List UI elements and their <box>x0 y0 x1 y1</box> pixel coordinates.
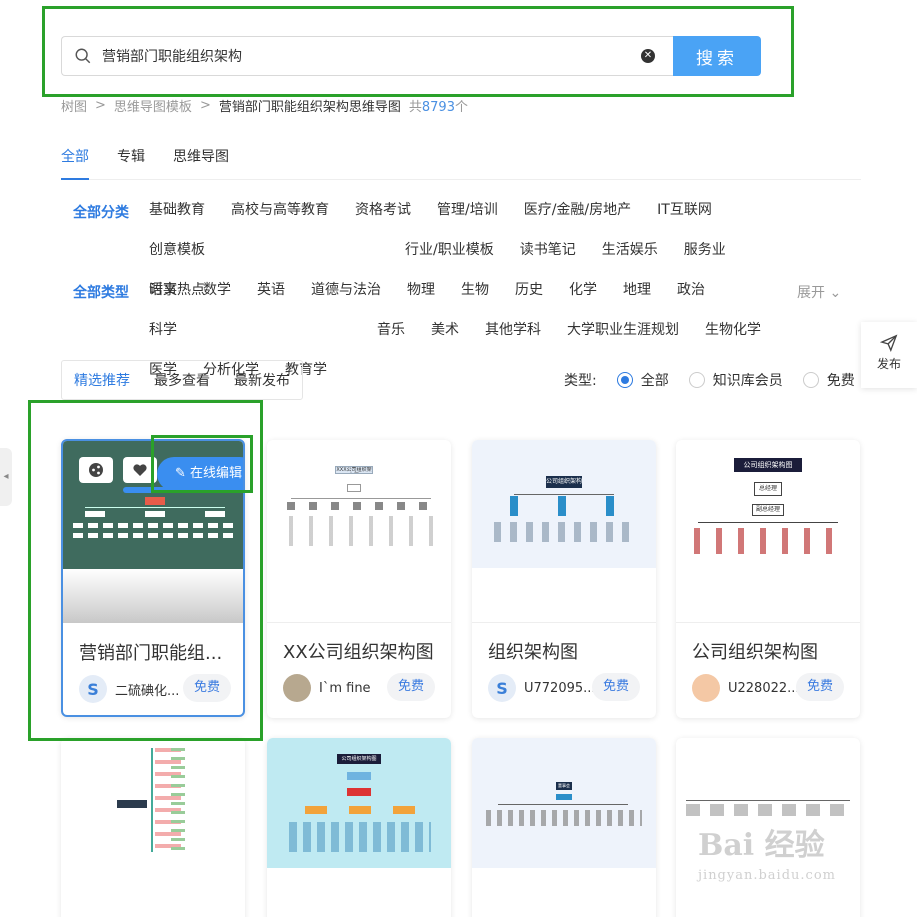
radio-member-label[interactable]: 知识库会员 <box>713 370 783 390</box>
content-tabs: 全部 专辑 思维导图 <box>61 146 861 180</box>
radio-all[interactable] <box>616 372 633 388</box>
types-item[interactable]: 化学 <box>569 282 597 298</box>
card-author[interactable]: S 二硫碘化... <box>79 675 179 703</box>
radio-all-label[interactable]: 全部 <box>641 370 669 390</box>
template-card[interactable]: ✎ 在线编辑 营销部门职能组... S 二硫碘化... 免费 <box>61 439 245 717</box>
heart-icon[interactable] <box>123 457 157 483</box>
types-item[interactable]: 生物 <box>461 282 489 298</box>
categories-item[interactable]: 基础教育 <box>149 202 205 218</box>
search-icon <box>75 48 91 64</box>
tab-album[interactable]: 专辑 <box>117 146 145 180</box>
radio-free-label[interactable]: 免费 <box>827 370 855 390</box>
card-thumbnail[interactable]: 董事会 <box>472 738 656 868</box>
avatar <box>692 674 720 702</box>
publish-button[interactable]: 发布 <box>861 322 917 388</box>
types-item[interactable]: 历史 <box>515 282 543 298</box>
logo-icon: S <box>496 678 508 698</box>
clear-icon[interactable]: ✕ <box>641 49 655 63</box>
types-item[interactable]: 数学 <box>203 282 231 298</box>
categories-item[interactable]: 资格考试 <box>355 202 411 218</box>
radio-member[interactable] <box>688 372 705 388</box>
online-edit-button[interactable]: ✎ 在线编辑 <box>157 457 243 491</box>
categories-item[interactable]: 生活娱乐 <box>602 242 658 258</box>
radio-free[interactable] <box>802 372 819 388</box>
template-card[interactable]: XXX公司组织架构图 XX公司组织架构图 I`m fine 免费 <box>267 440 451 718</box>
card-title[interactable]: 组织架构图 <box>488 638 578 664</box>
categories-item[interactable]: 管理/培训 <box>437 202 498 218</box>
categories-item[interactable]: 读书笔记 <box>520 242 576 258</box>
sort-newest[interactable]: 最新发布 <box>234 370 290 390</box>
breadcrumb-item[interactable]: 思维导图模板 <box>114 96 192 115</box>
categories-item[interactable]: 行业/职业模板 <box>405 242 494 258</box>
logo-icon: S <box>87 679 99 699</box>
send-icon <box>879 334 898 353</box>
avatar: S <box>79 675 107 703</box>
types-item[interactable]: 生物化学 <box>705 322 761 338</box>
card-thumbnail[interactable]: ✎ 在线编辑 <box>63 441 243 569</box>
sort-featured[interactable]: 精选推荐 <box>74 370 130 390</box>
card-thumbnail[interactable]: 公司组织架构图 总经理 副总经理 <box>676 440 860 622</box>
type-filter-label: 类型: <box>564 373 597 389</box>
breadcrumb: 树图 > 思维导图模板 > 营销部门职能组织架构思维导图 共8793个 <box>61 96 468 115</box>
card-thumbnail[interactable]: 公司组织架构图 <box>267 738 451 868</box>
types-item[interactable]: 科学 <box>149 322 177 338</box>
search-input[interactable] <box>102 48 641 64</box>
types-item[interactable]: 英语 <box>257 282 285 298</box>
categories-item[interactable]: 服务业 <box>684 242 726 258</box>
sort-options: 精选推荐 最多查看 最新发布 <box>61 360 303 400</box>
template-card[interactable]: 公司组织架构 组织架构图 S U772095... 免费 <box>472 440 656 718</box>
types-item[interactable]: 政治 <box>677 282 705 298</box>
collapse-handle[interactable]: ◂ <box>0 448 12 506</box>
search-button[interactable]: 搜索 <box>673 36 761 76</box>
result-count: 共8793个 <box>408 100 468 115</box>
avatar: S <box>488 674 516 702</box>
template-card[interactable] <box>61 738 245 917</box>
chevron-down-icon: ⌄ <box>829 285 842 301</box>
types-item[interactable]: 语文 <box>149 282 177 298</box>
tab-mindmap[interactable]: 思维导图 <box>173 146 229 180</box>
free-badge: 免费 <box>592 673 640 701</box>
search-box: ✕ <box>61 36 673 76</box>
card-author[interactable]: I`m fine <box>283 674 371 702</box>
types-item[interactable]: 美术 <box>431 322 459 338</box>
types-item[interactable]: 大学职业生涯规划 <box>567 322 679 338</box>
sort-most-viewed[interactable]: 最多查看 <box>154 370 210 390</box>
card-title[interactable]: 营销部门职能组... <box>79 639 222 665</box>
free-badge: 免费 <box>796 673 844 701</box>
breadcrumb-current: 营销部门职能组织架构思维导图 <box>218 100 401 115</box>
categories-item[interactable]: 高校与高等教育 <box>231 202 329 218</box>
categories-item[interactable]: IT互联网 <box>657 202 712 218</box>
chevron-right-icon: > <box>95 98 106 113</box>
chevron-right-icon: > <box>199 98 211 113</box>
card-author[interactable]: S U772095... <box>488 674 596 702</box>
types-item[interactable]: 音乐 <box>377 322 405 338</box>
search-bar: ✕ 搜索 <box>61 36 761 76</box>
expand-button[interactable]: 展开 ⌄ <box>797 282 841 302</box>
card-title[interactable]: XX公司组织架构图 <box>283 638 434 664</box>
avatar <box>283 674 311 702</box>
tab-all[interactable]: 全部 <box>61 146 89 180</box>
edit-icon: ✎ <box>175 466 186 481</box>
card-author[interactable]: U228022... <box>692 674 800 702</box>
types-item[interactable]: 道德与法治 <box>311 282 381 298</box>
breadcrumb-item[interactable]: 树图 <box>61 96 87 115</box>
baidu-watermark: Bai 经验 jingyan.baidu.com <box>698 828 836 883</box>
share-icon[interactable] <box>79 457 113 483</box>
card-title[interactable]: 公司组织架构图 <box>692 638 818 664</box>
free-badge: 免费 <box>183 674 231 702</box>
template-card[interactable]: 董事会 <box>472 738 656 917</box>
categories-item[interactable]: 医疗/金融/房地产 <box>524 202 631 218</box>
free-badge: 免费 <box>387 673 435 701</box>
categories-item[interactable]: 创意模板 <box>149 242 205 258</box>
template-card[interactable]: 公司组织架构图 <box>267 738 451 917</box>
card-thumbnail[interactable]: XXX公司组织架构图 <box>267 440 451 622</box>
types-item[interactable]: 地理 <box>623 282 651 298</box>
type-filter: 类型: 全部 知识库会员 免费 <box>564 370 855 390</box>
types-item[interactable]: 其他学科 <box>485 322 541 338</box>
card-thumbnail[interactable] <box>61 738 245 868</box>
template-card[interactable]: 公司组织架构图 总经理 副总经理 公司组织架构图 U228022... 免费 <box>676 440 860 718</box>
card-thumbnail[interactable]: 公司组织架构 <box>472 440 656 568</box>
types-item[interactable]: 物理 <box>407 282 435 298</box>
